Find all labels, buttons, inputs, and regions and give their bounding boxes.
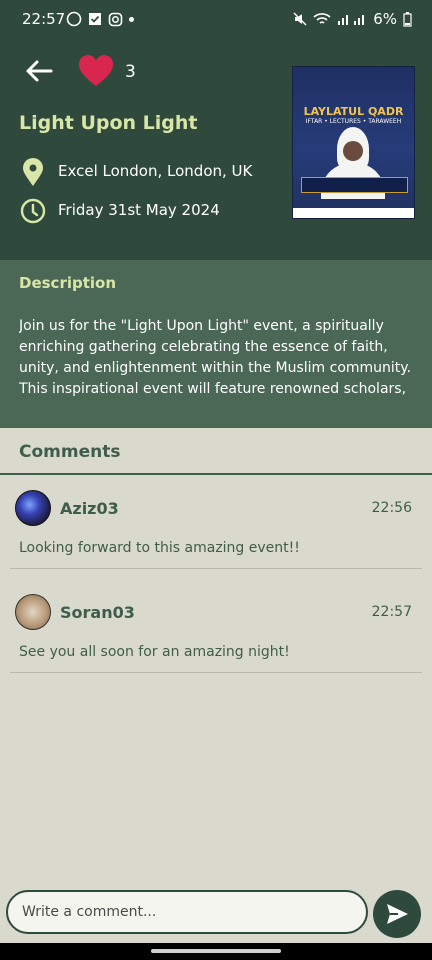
comment-text: Looking forward to this amazing event!! [19,540,300,556]
instagram-icon [108,12,123,26]
clock-icon [20,198,46,224]
description-text: Join us for the "Light Upon Light" event… [19,318,412,397]
event-location: Excel London, London, UK [58,162,253,180]
comment-username: Aziz03 [60,499,119,518]
event-date: Friday 31st May 2024 [58,201,220,219]
avatar[interactable] [15,594,51,630]
signal-icon [338,15,365,25]
mute-icon [293,12,307,26]
more-notifications-dot [129,16,134,22]
send-button[interactable] [373,890,421,938]
back-arrow-icon [26,60,53,82]
comments-label: Comments [19,442,121,462]
comment-divider [10,568,422,569]
system-status: 6% [293,10,412,28]
status-time: 22:57 [22,10,66,28]
heart-icon[interactable] [78,54,114,88]
comment-divider [10,672,422,673]
status-bar: 22:57 6% [0,0,432,40]
event-title: Light Upon Light [19,112,198,134]
description-label: Description [19,274,117,292]
wifi-icon [313,13,331,24]
whatsapp-icon [66,11,82,27]
comment-username: Soran03 [60,603,135,622]
send-icon [387,904,408,924]
poster-subheading: IFTAR • LECTURES • TARAWEEH [305,118,402,125]
poster-info-band [301,177,408,193]
avatar[interactable] [15,490,51,526]
comment-time: 22:56 [371,500,412,516]
home-handle[interactable] [151,949,281,953]
battery-percent: 6% [373,10,397,28]
battery-icon [403,11,412,27]
comments-divider [0,473,432,475]
comment-input[interactable] [6,890,368,934]
event-poster[interactable]: LAYLATUL QADR IFTAR • LECTURES • TARAWEE… [292,66,415,219]
poster-face [343,141,363,161]
back-button[interactable] [22,54,56,88]
check-square-icon [89,13,101,25]
poster-heading: LAYLATUL QADR [303,105,404,118]
notification-icons [66,11,134,27]
likes-count: 3 [125,62,136,82]
location-pin-icon [23,158,43,186]
poster-footer [293,208,414,218]
comment-time: 22:57 [371,604,412,620]
comment-text: See you all soon for an amazing night! [19,644,290,660]
